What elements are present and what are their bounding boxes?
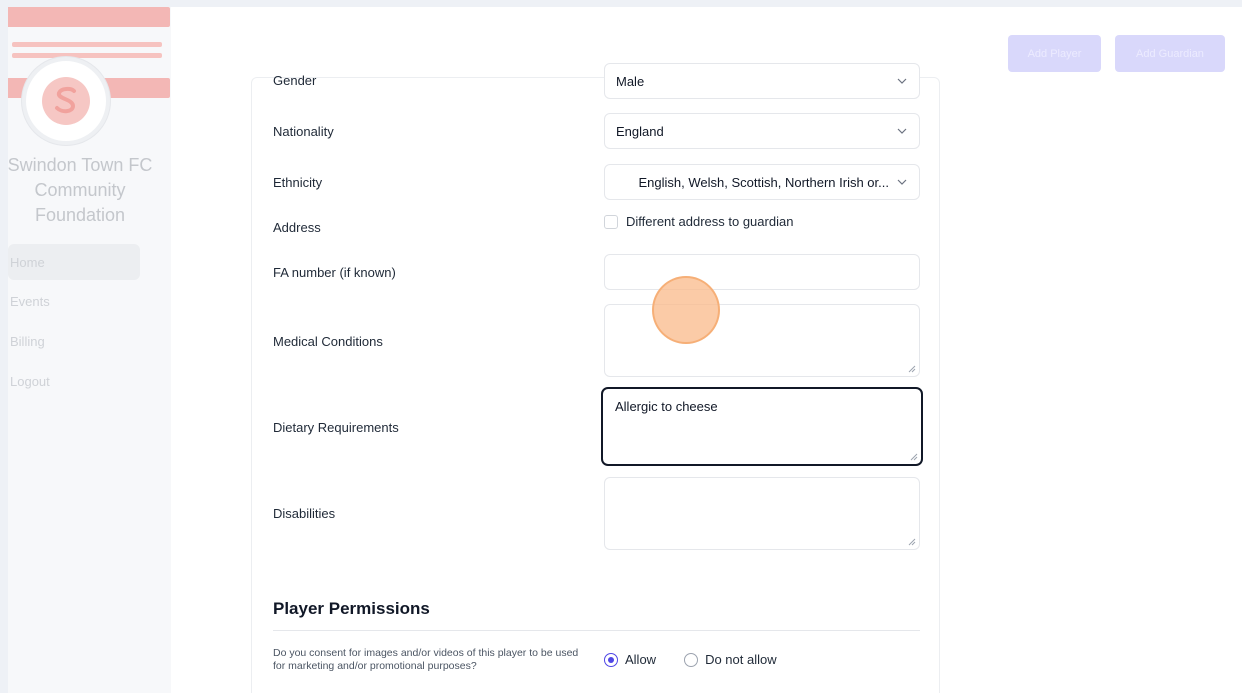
sidebar-banner-text-line (12, 42, 162, 47)
player-form-card: Gender Male Nationality England Ethnicit… (251, 63, 940, 693)
player-permissions-title: Player Permissions (273, 599, 430, 618)
sidebar-item-home[interactable]: Home (8, 244, 140, 280)
sidebar-item-billing[interactable]: Billing (8, 323, 140, 359)
app-window: Swindon Town FC Community Foundation Hom… (0, 0, 1242, 693)
dietary-requirements-textarea[interactable]: Allergic to cheese (601, 387, 923, 466)
sidebar-banner (8, 7, 170, 27)
dietary-requirements-label: Dietary Requirements (273, 420, 399, 435)
consent-option-do-not-allow[interactable]: Do not allow (684, 652, 777, 667)
different-address-checkbox[interactable] (604, 214, 618, 229)
sidebar: Swindon Town FC Community Foundation Hom… (8, 7, 171, 693)
medical-conditions-textarea[interactable] (604, 304, 920, 377)
disabilities-textarea[interactable] (604, 477, 920, 550)
dietary-requirements-value: Allergic to cheese (615, 399, 718, 414)
ethnicity-value: English, Welsh, Scottish, Northern Irish… (638, 174, 889, 190)
chevron-down-icon (897, 126, 907, 136)
chevron-down-icon (897, 76, 907, 86)
consent-option-allow[interactable]: Allow (604, 652, 656, 667)
marketing-consent-question: Do you consent for images and/or videos … (273, 647, 579, 672)
fa-number-input[interactable] (604, 254, 920, 290)
different-address-row: Different address to guardian (604, 214, 793, 229)
resize-handle-icon[interactable] (910, 453, 918, 461)
add-guardian-button[interactable]: Add Guardian (1115, 35, 1225, 72)
section-divider (273, 630, 920, 631)
do-not-allow-label: Do not allow (705, 652, 777, 667)
gender-select[interactable]: Male (604, 63, 920, 99)
address-label: Address (273, 220, 321, 235)
fa-number-label: FA number (if known) (273, 265, 396, 280)
nationality-select[interactable]: England (604, 113, 920, 149)
club-crest-icon (42, 77, 90, 125)
different-address-label: Different address to guardian (626, 214, 794, 229)
gender-value: Male (616, 73, 645, 89)
marketing-consent-radio-group: Allow Do not allow (604, 652, 805, 667)
medical-conditions-label: Medical Conditions (273, 334, 383, 349)
ethnicity-label: Ethnicity (273, 175, 323, 190)
gender-label: Gender (273, 73, 317, 88)
club-name: Swindon Town FC Community Foundation (7, 155, 153, 225)
sidebar-banner-text-line (12, 53, 162, 58)
chevron-down-icon (897, 177, 907, 187)
top-strip (0, 0, 1242, 7)
add-player-button[interactable]: Add Player (1008, 35, 1101, 72)
sidebar-item-logout[interactable]: Logout (8, 363, 140, 399)
nationality-value: England (616, 123, 664, 139)
resize-handle-icon[interactable] (908, 538, 916, 546)
club-logo (22, 57, 110, 145)
allow-radio[interactable] (604, 652, 618, 667)
do-not-allow-radio[interactable] (684, 652, 699, 667)
ethnicity-select[interactable]: English, Welsh, Scottish, Northern Irish… (604, 164, 920, 200)
nationality-label: Nationality (273, 124, 334, 139)
resize-handle-icon[interactable] (908, 365, 916, 373)
left-strip (0, 0, 8, 693)
disabilities-label: Disabilities (273, 506, 336, 521)
allow-label: Allow (625, 652, 657, 667)
sidebar-item-events[interactable]: Events (8, 283, 140, 319)
